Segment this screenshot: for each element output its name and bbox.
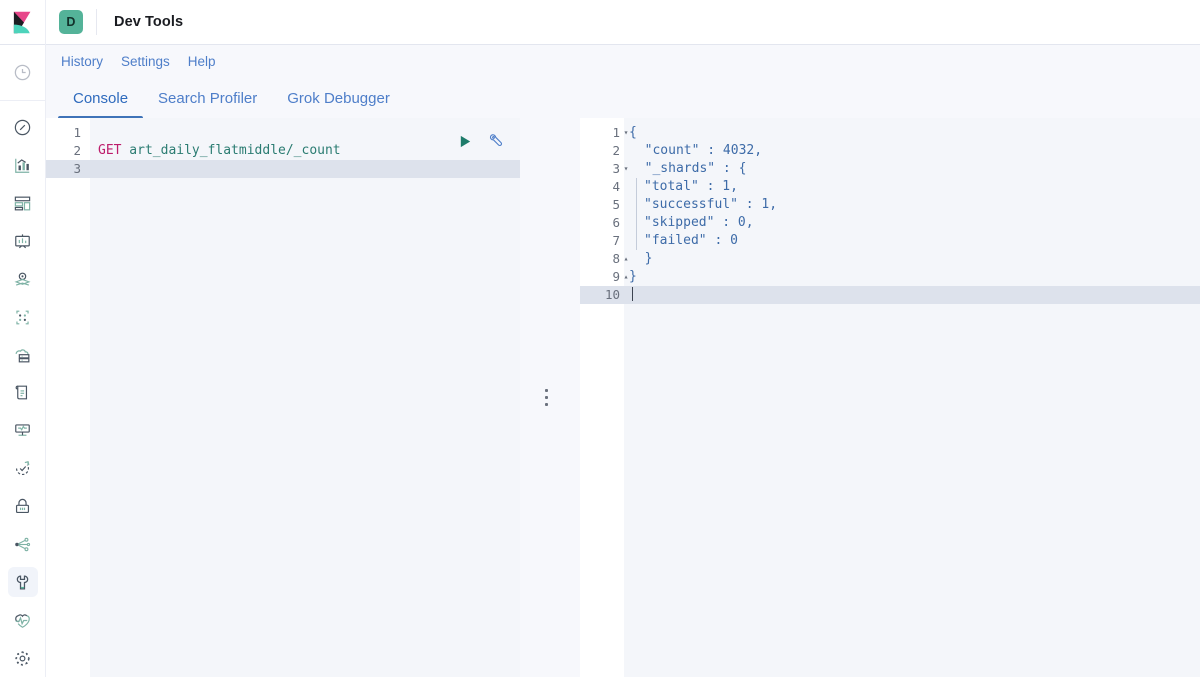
sidebar-item-management[interactable] (0, 639, 46, 677)
app-body: History Settings Help Console Search Pro… (0, 45, 1200, 677)
response-line-number: 2 (612, 143, 620, 158)
request-editor-panel[interactable]: 1 2 3 GET art_daily_flatmiddle/_count (46, 118, 520, 677)
response-line-number: 5 (612, 197, 620, 212)
console-split-area: 1 2 3 GET art_daily_flatmiddle/_count 1 … (46, 118, 1200, 677)
fold-toggle-icon[interactable]: ▾ (621, 160, 631, 178)
logs-document-icon (8, 378, 38, 408)
response-code-line-active (624, 286, 1200, 304)
editor-line-number: 1 (73, 125, 81, 140)
sidebar-item-dev-tools[interactable] (0, 563, 46, 601)
response-code-line: "failed" : 0 (624, 232, 1200, 250)
main-content: History Settings Help Console Search Pro… (46, 45, 1200, 677)
siem-lock-icon (8, 492, 38, 522)
text-cursor (632, 287, 633, 301)
sidebar-item-logs[interactable] (0, 374, 46, 412)
machine-learning-nodes-icon (8, 302, 38, 332)
indent-guide: "failed" : 0 (636, 232, 738, 250)
sidebar-item-visualize[interactable] (0, 147, 46, 185)
editor-line-number: 3 (46, 160, 90, 178)
response-code-area[interactable]: { "count" : 4032, "_shards" : { "total" … (624, 118, 1200, 677)
nav-link-help[interactable]: Help (179, 51, 225, 72)
response-code-line: "successful" : 1, (624, 196, 1200, 214)
app-identity: D (46, 0, 97, 45)
dev-tools-tabs: Console Search Profiler Grok Debugger (46, 78, 1200, 118)
discover-compass-icon (8, 113, 38, 143)
fold-toggle-icon[interactable]: ▴ (621, 250, 631, 268)
console-nav-links: History Settings Help (46, 45, 1200, 78)
response-line-number: 10 (580, 286, 624, 304)
tab-grok-debugger[interactable]: Grok Debugger (272, 78, 405, 118)
editor-code-line-active (90, 160, 520, 178)
play-send-request-icon[interactable] (456, 132, 474, 150)
recently-viewed-clock-icon (8, 58, 38, 88)
app-badge: D (59, 10, 83, 34)
infrastructure-server-icon (8, 340, 38, 370)
response-code-line: "_shards" : { (629, 161, 747, 176)
fold-toggle-icon[interactable]: ▾ (621, 124, 631, 142)
sidebar-item-monitoring[interactable] (0, 601, 46, 639)
sidebar-item-machine-learning[interactable] (0, 298, 46, 336)
indent-guide: "total" : 1, (636, 178, 738, 196)
apm-monitor-icon (8, 416, 38, 446)
response-code-line: "skipped" : 0, (624, 214, 1200, 232)
response-code-line: } (629, 269, 637, 284)
dev-tools-wrench-icon (7, 567, 38, 598)
response-line-number: 3 ▾ (580, 160, 628, 178)
drag-handle-vertical-icon[interactable] (544, 389, 548, 406)
response-panel[interactable]: 1 ▾ 2 3 ▾ 4 5 6 7 8 ▴ 9 ▴ 10 { "count" : 403… (580, 118, 1200, 677)
response-line-number: 6 (612, 215, 620, 230)
editor-line-number-gutter: 1 2 3 (46, 118, 90, 677)
sidebar-item-discover[interactable] (0, 109, 46, 147)
graph-nodes-icon (8, 529, 38, 559)
nav-link-history[interactable]: History (52, 51, 112, 72)
uptime-clock-arrow-icon (8, 454, 38, 484)
sidebar-item-canvas[interactable] (0, 223, 46, 261)
monitoring-heartbeat-icon (8, 605, 38, 635)
top-header: D Dev Tools (0, 0, 1200, 45)
page-title: Dev Tools (114, 14, 184, 30)
response-line-number: 8 ▴ (580, 250, 628, 268)
primary-navigation-rail (0, 45, 46, 677)
editor-line-number: 2 (73, 143, 81, 158)
sidebar-item-dashboard[interactable] (0, 185, 46, 223)
sidebar-item-graph[interactable] (0, 526, 46, 564)
request-path-token: art_daily_flatmiddle/_count (121, 143, 341, 158)
editor-action-buttons (456, 132, 506, 150)
kibana-logo (13, 11, 31, 33)
response-code-line: "count" : 4032, (629, 143, 763, 158)
nav-link-settings[interactable]: Settings (112, 51, 179, 72)
dashboard-grid-icon (8, 189, 38, 219)
response-code-line: } (629, 251, 653, 266)
indent-guide: "skipped" : 0, (636, 214, 754, 232)
response-line-number: 7 (612, 233, 620, 248)
tab-search-profiler[interactable]: Search Profiler (143, 78, 272, 118)
tab-console[interactable]: Console (58, 78, 144, 118)
sidebar-item-maps[interactable] (0, 260, 46, 298)
response-line-number-gutter: 1 ▾ 2 3 ▾ 4 5 6 7 8 ▴ 9 ▴ 10 (580, 118, 628, 677)
visualize-bar-chart-icon (8, 151, 38, 181)
kibana-dev-tools-app: D Dev Tools History Settings Help Consol… (0, 0, 1200, 677)
sidebar-item-apm[interactable] (0, 412, 46, 450)
response-line-number: 1 ▾ (580, 124, 628, 142)
wrench-open-documentation-icon[interactable] (488, 132, 506, 150)
indent-guide: "successful" : 1, (636, 196, 777, 214)
fold-toggle-icon[interactable]: ▴ (621, 268, 631, 286)
panel-resizer[interactable] (520, 118, 580, 677)
response-line-number: 4 (612, 179, 620, 194)
sidebar-item-recently-viewed[interactable] (0, 54, 46, 92)
kibana-home-logo-button[interactable] (0, 0, 46, 45)
http-method-token: GET (98, 143, 122, 158)
maps-pin-layers-icon (8, 264, 38, 294)
editor-code-area[interactable]: GET art_daily_flatmiddle/_count (90, 118, 520, 677)
sidebar-item-siem[interactable] (0, 488, 46, 526)
rail-separator (0, 99, 46, 101)
sidebar-item-uptime[interactable] (0, 450, 46, 488)
response-code-line: { (629, 125, 637, 140)
canvas-presentation-icon (8, 226, 38, 256)
management-gear-icon (8, 643, 38, 673)
response-code-line: "total" : 1, (624, 178, 1200, 196)
sidebar-item-infrastructure[interactable] (0, 336, 46, 374)
response-line-number: 9 ▴ (580, 268, 628, 286)
